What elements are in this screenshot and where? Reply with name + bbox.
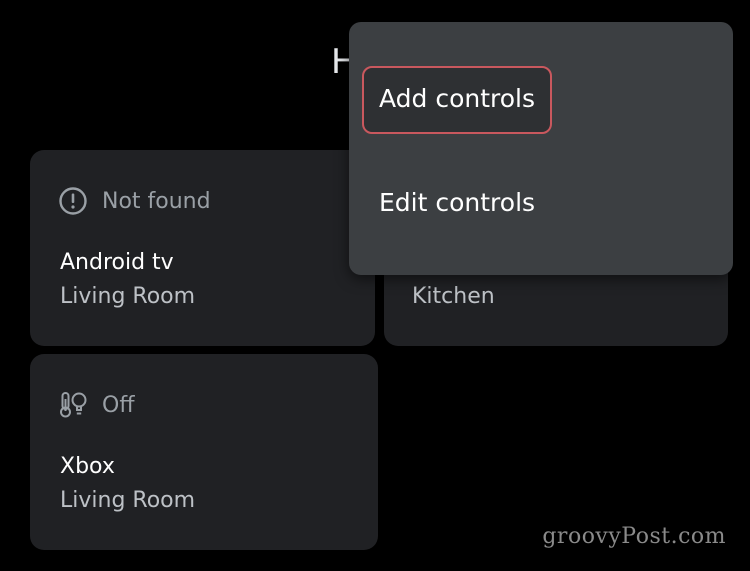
device-room: Living Room xyxy=(60,488,196,513)
device-card-xbox[interactable]: Off Xbox Living Room xyxy=(30,354,378,550)
device-status: Off xyxy=(58,388,134,422)
device-name: Xbox xyxy=(60,454,115,479)
device-name: Android tv xyxy=(60,250,174,275)
alert-circle-icon xyxy=(59,187,87,215)
device-room: Kitchen xyxy=(412,284,495,309)
watermark-logo: groovyPost.com xyxy=(542,524,726,549)
overflow-menu: Add controls Edit controls xyxy=(349,22,733,275)
device-status: Not found xyxy=(58,184,211,218)
thermostat-bulb-icon xyxy=(60,392,87,418)
device-room: Living Room xyxy=(60,284,196,309)
device-status-label: Off xyxy=(102,392,135,418)
device-status-label: Not found xyxy=(102,188,211,214)
menu-item-edit-controls[interactable]: Edit controls xyxy=(379,188,535,217)
menu-item-add-controls[interactable]: Add controls xyxy=(379,84,535,113)
device-card-android-tv[interactable]: Not found Android tv Living Room xyxy=(30,150,375,346)
